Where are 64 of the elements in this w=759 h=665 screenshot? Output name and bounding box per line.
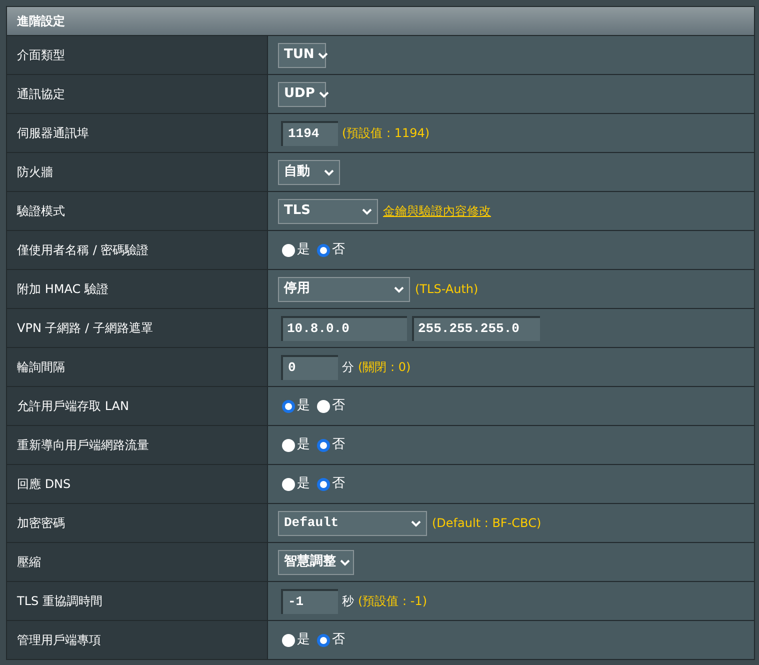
radio-option[interactable]: 是: [282, 435, 310, 455]
radio-button[interactable]: [317, 478, 330, 490]
setting-label: 通訊協定: [7, 75, 268, 113]
chevron-down-icon: [411, 520, 421, 526]
radio-button[interactable]: [317, 244, 330, 256]
setting-label: 管理用戶端專項: [7, 621, 268, 659]
dropdown[interactable]: UDP: [278, 82, 326, 106]
radio-option[interactable]: 否: [317, 630, 345, 650]
setting-label: 介面類型: [7, 36, 268, 74]
radio-button[interactable]: [282, 438, 295, 452]
dropdown[interactable]: TUN: [278, 42, 326, 68]
unit-label: 秒: [342, 593, 354, 610]
chevron-down-icon: [362, 208, 372, 214]
radio-option[interactable]: 是: [282, 630, 310, 650]
radio-option[interactable]: 是: [282, 240, 310, 260]
input-field[interactable]: -1: [281, 588, 338, 614]
chevron-down-icon: [318, 52, 328, 58]
radio-button[interactable]: [317, 400, 330, 412]
setting-label: 附加 HMAC 驗證: [7, 270, 268, 308]
radio-button[interactable]: [282, 478, 295, 490]
setting-label: 輪詢間隔: [7, 348, 268, 386]
setting-label: 允許用戶端存取 LAN: [7, 387, 268, 425]
setting-label: 加密密碼: [7, 504, 268, 542]
dropdown[interactable]: 自動: [278, 160, 340, 184]
hint-text: (預設值 : -1): [358, 593, 427, 610]
input-field[interactable]: 255.255.255.0: [412, 316, 540, 340]
setting-label: TLS 重協調時間: [7, 582, 268, 620]
radio-option[interactable]: 是: [282, 396, 310, 416]
panel-header: 進階設定: [7, 7, 754, 35]
dropdown[interactable]: TLS: [278, 198, 378, 224]
radio-button[interactable]: [317, 438, 330, 452]
setting-label: 防火牆: [7, 153, 268, 191]
hint-text: (TLS-Auth): [415, 281, 478, 298]
setting-label: 驗證模式: [7, 192, 268, 230]
setting-label: 回應 DNS: [7, 465, 268, 503]
setting-label: VPN 子網路 / 子網路遮罩: [7, 309, 268, 347]
radio-option[interactable]: 是: [282, 474, 310, 494]
input-field[interactable]: 10.8.0.0: [281, 316, 407, 340]
edit-keys-link[interactable]: 金鑰與驗證內容修改: [383, 202, 491, 220]
radio-button[interactable]: [282, 244, 295, 256]
radio-option[interactable]: 否: [317, 474, 345, 494]
input-field[interactable]: 1194: [281, 120, 338, 146]
setting-label: 伺服器通訊埠: [7, 114, 268, 152]
dropdown[interactable]: 停用: [278, 276, 410, 302]
radio-option[interactable]: 否: [317, 435, 345, 455]
input-field[interactable]: 0: [281, 354, 338, 380]
dropdown[interactable]: Default: [278, 510, 427, 536]
unit-label: 分: [342, 359, 354, 376]
radio-option[interactable]: 否: [317, 396, 345, 416]
chevron-down-icon: [324, 168, 334, 176]
chevron-down-icon: [394, 286, 404, 292]
radio-button[interactable]: [282, 400, 295, 412]
radio-button[interactable]: [317, 634, 330, 646]
hint-text: (預設值 : 1194): [342, 125, 430, 142]
setting-label: 壓縮: [7, 543, 268, 581]
hint-text: (關閉 : 0): [358, 359, 411, 376]
dropdown[interactable]: 智慧調整: [278, 550, 354, 574]
chevron-down-icon: [318, 90, 329, 98]
setting-label: 重新導向用戶端網路流量: [7, 426, 268, 464]
setting-label: 僅使用者名稱 / 密碼驗證: [7, 231, 268, 269]
radio-option[interactable]: 否: [317, 240, 345, 260]
hint-text: (Default : BF-CBC): [432, 515, 542, 532]
chevron-down-icon: [340, 558, 350, 566]
radio-button[interactable]: [282, 634, 295, 646]
